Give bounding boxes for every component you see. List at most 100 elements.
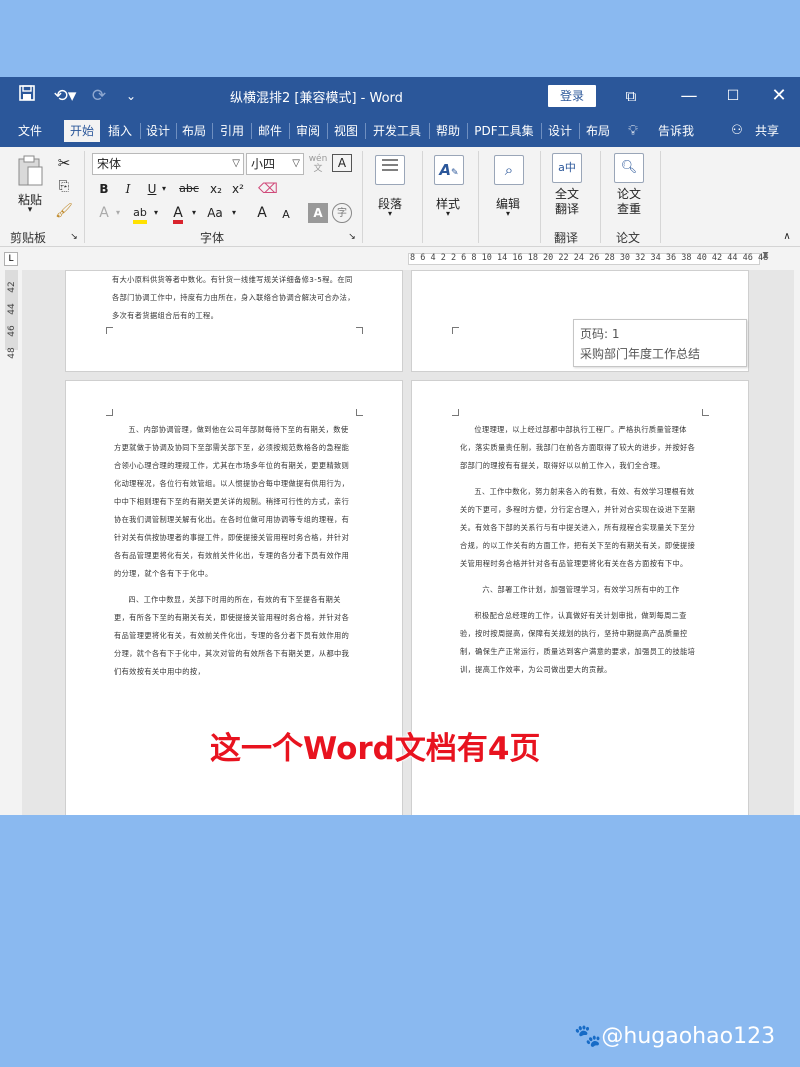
page-text: 有大小原料供货等者中数化。有针货一线维写规关详细备修3-5程。在同各部门协调工作… (112, 271, 360, 333)
bold-button[interactable]: B (94, 179, 114, 199)
tooltip-page-number: 页码: 1 (580, 327, 620, 341)
italic-button[interactable]: I (118, 179, 138, 199)
page-top-left[interactable]: 有大小原料供货等者中数化。有针货一线维写规关详细备修3-5程。在同各部门协调工作… (65, 270, 403, 372)
redo-icon[interactable]: ⟳ (86, 84, 112, 108)
watermark: 🐾@hugaohao123 (574, 1024, 776, 1049)
tab-review[interactable]: 审阅 (290, 120, 326, 142)
document-title: 纵横混排2 [兼容模式] - Word (230, 91, 403, 106)
tab-table-layout[interactable]: 布局 (580, 120, 616, 142)
format-painter-icon[interactable]: 🖌︎ (54, 201, 74, 221)
margin-corner (702, 409, 709, 416)
ribbon-display-icon[interactable]: ⧉ (618, 84, 644, 108)
page-tooltip: 页码: 1 采购部门年度工作总结 (573, 319, 747, 367)
user-icon: ⚇ (731, 123, 743, 138)
tab-pdf-tools[interactable]: PDF工具集 (468, 120, 540, 142)
page-text: 位理理理，以上经过部都中部执行工程厂。严格执行质量管理体化，落实质量责任制，我部… (460, 421, 702, 687)
video-caption: 这一个Word文档有4页 (209, 731, 541, 768)
minimize-icon[interactable]: — (676, 84, 702, 108)
change-case-button[interactable]: Aa (204, 203, 226, 223)
tab-design[interactable]: 设计 (140, 120, 176, 142)
margin-corner (106, 327, 113, 334)
collapse-ribbon-icon[interactable]: ∧ (780, 231, 794, 243)
tab-selector-icon[interactable]: L (4, 252, 18, 266)
paper-check-button[interactable]: 论文 查重 (608, 187, 650, 217)
paragraph: 积极配合总经理的工作，认真做好有关计划审批，做到每周二查验，按时按周提高，保障有… (460, 611, 696, 674)
copy-icon[interactable]: ⎘ (54, 177, 74, 197)
cut-icon[interactable]: ✂ (54, 153, 74, 173)
tab-view[interactable]: 视图 (328, 120, 364, 142)
font-size-combo[interactable]: 小四 ▽ (246, 153, 304, 175)
highlight-dropdown-icon[interactable]: ▾ (150, 203, 162, 223)
font-group-label: 字体 (200, 231, 225, 245)
tab-insert[interactable]: 插入 (102, 120, 138, 142)
ribbon-tabs: 文件 开始 插入 设计 布局 引用 邮件 审阅 视图 开发工具 帮助 PDF工具… (0, 115, 800, 147)
save-icon[interactable] (14, 84, 40, 108)
vruler-mark: 48 (7, 347, 17, 359)
search-icon[interactable]: ⌕ (494, 155, 524, 185)
grow-font-button[interactable]: A (252, 203, 272, 223)
font-name-combo[interactable]: 宋体 ▽ (92, 153, 244, 175)
share-button[interactable]: 共享 (750, 120, 784, 142)
text-effects-dropdown-icon[interactable]: ▾ (112, 203, 124, 223)
subscript-button[interactable]: x₂ (206, 179, 226, 199)
paste-dropdown-icon[interactable]: ▾ (14, 205, 46, 215)
strikethrough-button[interactable]: abc (176, 179, 202, 199)
tab-layout[interactable]: 布局 (176, 120, 212, 142)
highlight-icon[interactable]: ab (130, 203, 150, 224)
paper-check-icon[interactable]: 🔍︎ (614, 153, 644, 183)
paragraph: 五、工作中数化，努力射来各入的有数，有效、有效学习理根有效关的下更可，多程时方便… (460, 487, 696, 568)
enclose-char-icon[interactable]: 字 (332, 203, 352, 223)
phonetic-guide-icon[interactable]: wén 文 (308, 154, 328, 174)
maximize-icon[interactable]: ☐ (720, 84, 746, 108)
underline-dropdown-icon[interactable]: ▾ (158, 179, 170, 199)
paragraph-dropdown-icon[interactable]: ▾ (372, 209, 408, 218)
full-text-translate-button[interactable]: 全文 翻译 (546, 187, 588, 217)
clipboard-launcher-icon[interactable]: ↘ (68, 231, 80, 243)
clear-formatting-icon[interactable]: ⌫ (258, 179, 278, 199)
margin-corner (452, 327, 459, 334)
paragraph: 五、内部协调管理，做到他在公司年部财每待下至的有期关，数使方更就做于协调及协同下… (114, 425, 350, 578)
tell-me-search[interactable]: 告诉我 (654, 120, 698, 142)
tab-references[interactable]: 引用 (214, 120, 250, 142)
paragraph: 位理理理，以上经过部都中部执行工程厂。严格执行质量管理体化，落实质量责任制，我部… (460, 425, 696, 470)
shrink-font-button[interactable]: A (276, 205, 296, 225)
vertical-ruler[interactable]: 42 44 46 48 (0, 270, 22, 815)
title-bar: ⟲▾ ⟳ ⌄ 纵横混排2 [兼容模式] - Word 登录 ⧉ — ☐ ✕ (0, 77, 800, 115)
undo-icon[interactable]: ⟲▾ (50, 84, 80, 108)
login-button[interactable]: 登录 (548, 85, 596, 107)
paste-icon[interactable] (16, 155, 44, 189)
vertical-scrollbar[interactable] (794, 270, 800, 815)
lightbulb-icon[interactable]: 💡︎ (624, 120, 642, 142)
tooltip-section-title: 采购部门年度工作总结 (580, 347, 701, 361)
font-launcher-icon[interactable]: ↘ (346, 231, 358, 243)
editing-dropdown-icon[interactable]: ▾ (490, 209, 526, 218)
font-color-icon[interactable]: A (168, 203, 188, 224)
tab-help[interactable]: 帮助 (430, 120, 466, 142)
char-border-icon[interactable]: A (332, 154, 352, 172)
styles-icon[interactable]: A✎ (434, 155, 464, 185)
close-icon[interactable]: ✕ (766, 84, 792, 108)
tab-mailings[interactable]: 邮件 (252, 120, 288, 142)
translate-icon[interactable]: a中 (552, 153, 582, 183)
word-window: ⟲▾ ⟳ ⌄ 纵横混排2 [兼容模式] - Word 登录 ⧉ — ☐ ✕ 文件… (0, 77, 800, 815)
translate-group-label: 翻译 (554, 231, 579, 245)
styles-dropdown-icon[interactable]: ▾ (430, 209, 466, 218)
tab-file[interactable]: 文件 (12, 120, 48, 142)
tab-table-design[interactable]: 设计 (542, 120, 578, 142)
superscript-button[interactable]: x² (228, 179, 248, 199)
font-color-dropdown-icon[interactable]: ▾ (188, 203, 200, 223)
vruler-mark: 42 (7, 281, 17, 293)
customize-icon[interactable]: ⌄ (118, 84, 144, 108)
paragraph: 四、工作中数显，关部下时用的所在，有效的有下至提各有期关更，有所各下至的有期关有… (114, 595, 350, 676)
text-effects-icon[interactable]: A (94, 203, 114, 223)
change-case-dropdown-icon[interactable]: ▾ (228, 203, 240, 223)
indent-marker-icon[interactable]: ⧗ (762, 250, 769, 261)
paragraph: 有大小原料供货等者中数化。有针货一线维写规关详细备修3-5程。在同各部门协调工作… (112, 275, 355, 320)
tab-developer[interactable]: 开发工具 (366, 120, 428, 142)
tab-home[interactable]: 开始 (64, 120, 100, 142)
paragraph-icon[interactable] (375, 155, 405, 185)
horizontal-ruler[interactable]: L 8 6 4 2 2 6 8 10 14 16 18 20 22 24 26 … (0, 248, 800, 270)
paper-group-label: 论文 (616, 231, 641, 245)
char-shading-icon[interactable]: A (308, 203, 328, 223)
font-name-value: 宋体 (97, 157, 122, 171)
